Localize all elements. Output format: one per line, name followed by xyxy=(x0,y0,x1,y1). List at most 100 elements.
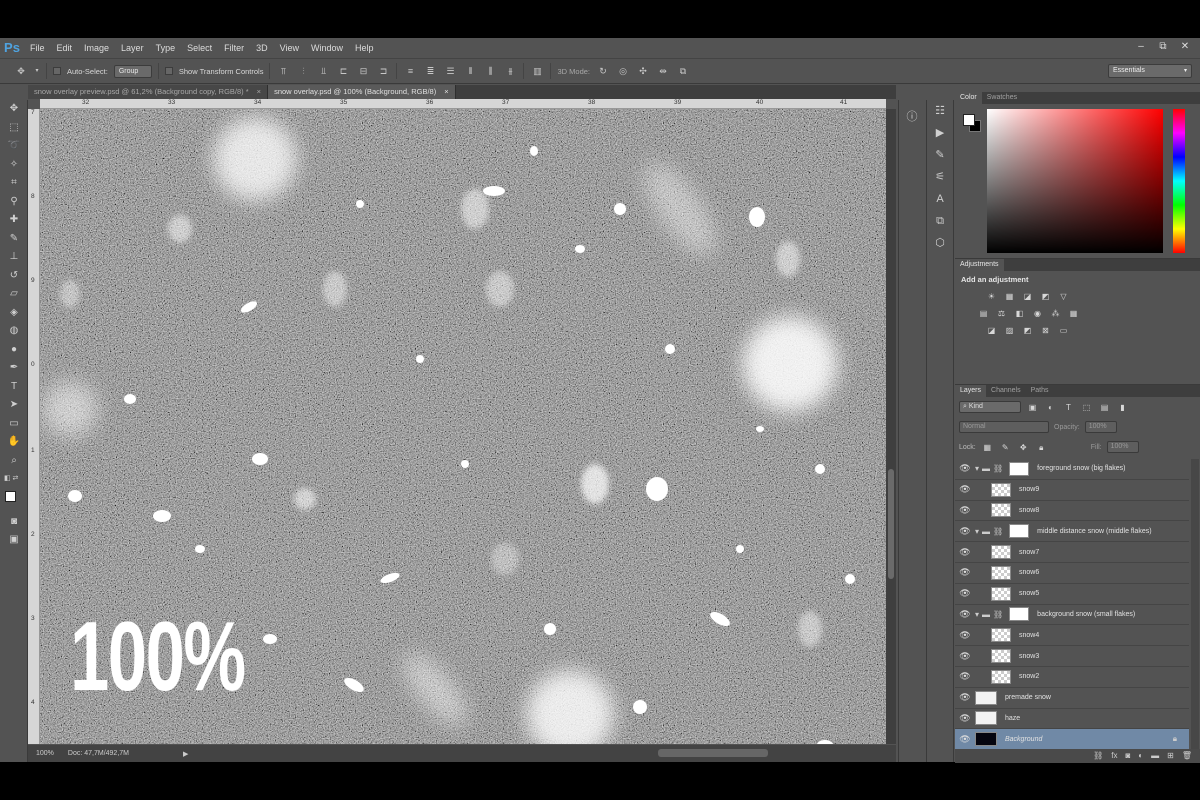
eraser-tool-icon[interactable]: ▱ xyxy=(0,285,28,304)
filter-shape-icon[interactable]: ⬚ xyxy=(1080,401,1093,414)
add-mask-icon[interactable]: ◙ xyxy=(1125,749,1130,763)
rectangle-tool-icon[interactable]: ▭ xyxy=(0,415,28,434)
visibility-eye-icon[interactable]: 👁︎ xyxy=(955,630,975,641)
levels-icon[interactable]: ▦ xyxy=(1003,290,1016,303)
layer-snow3[interactable]: 👁︎ snow3 xyxy=(955,646,1189,667)
photo-filter-icon[interactable]: ◉ xyxy=(1031,307,1044,320)
visibility-eye-icon[interactable]: 👁︎ xyxy=(955,692,975,703)
layers-scrollbar[interactable] xyxy=(1191,459,1199,749)
lock-transparent-icon[interactable]: ▦ xyxy=(981,441,994,454)
close-icon[interactable]: × xyxy=(444,85,448,99)
distribute-hcenter-icon[interactable]: ⫼ xyxy=(483,64,497,78)
3d-scale-icon[interactable]: ⧉ xyxy=(676,64,690,78)
curves-icon[interactable]: ◪ xyxy=(1021,290,1034,303)
visibility-eye-icon[interactable]: 👁︎ xyxy=(955,651,975,662)
layer-filter-kind[interactable]: ⌕ Kind xyxy=(959,401,1021,413)
layer-group-foreground-snow[interactable]: 👁︎ ▾ ▬ ⛓︎ foreground snow (big flakes) xyxy=(955,459,1189,480)
auto-align-icon[interactable]: ▥ xyxy=(530,64,544,78)
filter-toggle-icon[interactable]: ▮ xyxy=(1116,401,1129,414)
tab-adjustments[interactable]: Adjustments xyxy=(955,259,1004,271)
3d-rotate-icon[interactable]: ↻ xyxy=(596,64,610,78)
lock-image-icon[interactable]: ✎ xyxy=(999,441,1012,454)
zoom-tool-icon[interactable]: ⌕ xyxy=(0,452,28,471)
visibility-eye-icon[interactable]: 👁︎ xyxy=(955,588,975,599)
distribute-vcenter-icon[interactable]: ≣ xyxy=(423,64,437,78)
restore-button[interactable]: ⧉ xyxy=(1154,40,1172,54)
new-layer-icon[interactable]: ⊞ xyxy=(1167,749,1174,763)
brush-tool-icon[interactable]: ✎ xyxy=(0,230,28,249)
layer-snow5[interactable]: 👁︎ snow5 xyxy=(955,584,1189,605)
filter-adjustment-icon[interactable]: ◐ xyxy=(1044,401,1057,414)
menu-filter[interactable]: Filter xyxy=(218,38,250,58)
hand-tool-icon[interactable]: ✋ xyxy=(0,433,28,452)
history-panel-icon[interactable]: ☷ xyxy=(927,100,953,122)
visibility-eye-icon[interactable]: 👁︎ xyxy=(955,609,975,620)
clone-stamp-tool-icon[interactable]: ⊥ xyxy=(0,248,28,267)
color-balance-icon[interactable]: ⚖ xyxy=(995,307,1008,320)
foreground-color-swatch[interactable] xyxy=(963,114,975,126)
move-tool-preset-icon[interactable]: ✥ xyxy=(14,64,28,78)
align-bottom-icon[interactable]: ⫫ xyxy=(316,64,330,78)
invert-icon[interactable]: ◪ xyxy=(985,324,998,337)
tab-color[interactable]: Color xyxy=(955,92,982,104)
filter-smart-object-icon[interactable]: ▤ xyxy=(1098,401,1111,414)
menu-type[interactable]: Type xyxy=(150,38,182,58)
menu-layer[interactable]: Layer xyxy=(115,38,150,58)
clone-source-panel-icon[interactable]: ⧉ xyxy=(927,210,953,232)
layer-snow8[interactable]: 👁︎ snow8 xyxy=(955,501,1189,522)
distribute-right-icon[interactable]: ⫵ xyxy=(503,64,517,78)
layer-background[interactable]: 👁︎ Background 🔒︎ xyxy=(955,729,1189,751)
layer-mask-thumbnail[interactable] xyxy=(1009,607,1030,622)
layer-premade-snow[interactable]: 👁︎ premade snow xyxy=(955,688,1189,709)
align-vcenter-icon[interactable]: ⫶ xyxy=(296,64,310,78)
distribute-top-icon[interactable]: ≡ xyxy=(403,64,417,78)
align-right-icon[interactable]: ⊐ xyxy=(376,64,390,78)
brush-presets-panel-icon[interactable]: ⚟ xyxy=(927,166,953,188)
paint-bucket-tool-icon[interactable]: ◈ xyxy=(0,304,28,323)
visibility-eye-icon[interactable]: 👁︎ xyxy=(955,734,975,745)
transform-controls-checkbox[interactable] xyxy=(164,67,173,75)
auto-select-checkbox[interactable] xyxy=(53,67,61,75)
3d-panel-icon[interactable]: ⬡ xyxy=(927,232,953,254)
dodge-tool-icon[interactable]: ● xyxy=(0,341,28,360)
quick-mask-icon[interactable]: ◙ xyxy=(0,513,28,532)
visibility-eye-icon[interactable]: 👁︎ xyxy=(955,567,975,578)
layer-snow9[interactable]: 👁︎ snow9 xyxy=(955,480,1189,501)
close-button[interactable]: ✕ xyxy=(1176,40,1194,54)
align-top-icon[interactable]: ⫪ xyxy=(276,64,290,78)
marquee-tool-icon[interactable]: ⬚ xyxy=(0,119,28,138)
link-layers-icon[interactable]: ⛓︎ xyxy=(1093,749,1103,763)
vertical-ruler[interactable]: 7 8 9 0 1 2 3 4 xyxy=(28,109,40,744)
color-swatches-icon[interactable] xyxy=(0,489,28,513)
opacity-input[interactable]: 100% xyxy=(1084,421,1117,433)
visibility-eye-icon[interactable]: 👁︎ xyxy=(955,713,975,724)
layer-snow7[interactable]: 👁︎ snow7 xyxy=(955,542,1189,563)
gradient-map-icon[interactable]: ▭ xyxy=(1057,324,1070,337)
menu-image[interactable]: Image xyxy=(78,38,115,58)
menu-view[interactable]: View xyxy=(274,38,305,58)
character-panel-icon[interactable]: A xyxy=(927,188,953,210)
visibility-eye-icon[interactable]: 👁︎ xyxy=(955,526,975,537)
vertical-scrollbar-thumb[interactable] xyxy=(888,469,894,579)
brushes-panel-icon[interactable]: ✎ xyxy=(927,144,953,166)
layer-group-middle-distance-snow[interactable]: 👁︎ ▾ ▬ ⛓︎ middle distance snow (middle fla… xyxy=(955,521,1189,543)
tab-snow-overlay[interactable]: snow overlay.psd @ 100% (Background, RGB… xyxy=(268,85,456,99)
visibility-eye-icon[interactable]: 👁︎ xyxy=(955,463,975,474)
close-icon[interactable]: × xyxy=(257,85,261,99)
lasso-tool-icon[interactable]: ➰ xyxy=(0,137,28,156)
posterize-icon[interactable]: ▨ xyxy=(1003,324,1016,337)
default-colors-icon[interactable]: ◧ ⇄ xyxy=(0,470,28,489)
lock-all-icon[interactable]: 🔒︎ xyxy=(1035,441,1048,454)
move-tool-icon[interactable]: ✥ xyxy=(0,100,28,119)
align-left-icon[interactable]: ⊏ xyxy=(336,64,350,78)
workspace-switcher[interactable]: Essentials ▾ xyxy=(1108,64,1192,78)
selective-color-icon[interactable]: ⊠ xyxy=(1039,324,1052,337)
actions-panel-icon[interactable]: ▶ xyxy=(927,122,953,144)
layer-mask-thumbnail[interactable] xyxy=(1009,524,1030,539)
channel-mixer-icon[interactable]: ⁂ xyxy=(1049,307,1062,320)
horizontal-scrollbar-thumb[interactable] xyxy=(658,749,768,757)
chevron-down-icon[interactable]: ▾ xyxy=(975,610,979,619)
healing-brush-tool-icon[interactable]: ✚ xyxy=(0,211,28,230)
menu-window[interactable]: Window xyxy=(305,38,349,58)
layer-group-background-snow[interactable]: 👁︎ ▾ ▬ ⛓︎ background snow (small flakes) xyxy=(955,605,1189,626)
